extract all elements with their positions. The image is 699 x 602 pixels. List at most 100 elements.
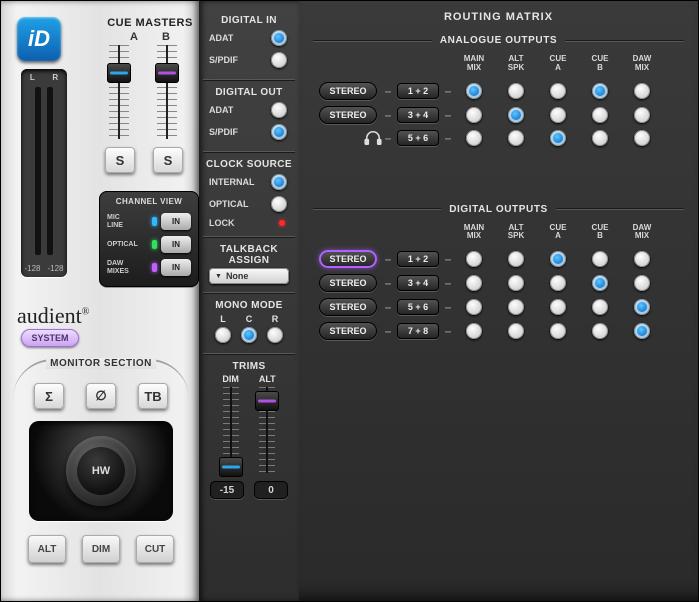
matrix-radio[interactable] bbox=[592, 275, 608, 291]
trim-fader[interactable] bbox=[223, 387, 239, 473]
channel-label: OPTICAL bbox=[107, 241, 143, 249]
monitor-cut-button[interactable]: CUT bbox=[136, 535, 174, 563]
stereo-mode-button[interactable]: STEREO bbox=[319, 106, 377, 124]
channel-led bbox=[152, 263, 157, 272]
digital-in-label: ADAT bbox=[209, 33, 233, 43]
digital-out-radio[interactable] bbox=[271, 102, 287, 118]
matrix-radio[interactable] bbox=[592, 107, 608, 123]
clock-option: OPTICAL bbox=[203, 193, 295, 215]
trims-title: TRIMS bbox=[203, 361, 295, 372]
matrix-radio[interactable] bbox=[508, 130, 524, 146]
cue-a-label: A bbox=[130, 31, 138, 43]
channel-in-button[interactable]: IN bbox=[161, 259, 191, 276]
matrix-radio[interactable] bbox=[634, 130, 650, 146]
digital-in-radio[interactable] bbox=[271, 52, 287, 68]
cue-b-fader[interactable] bbox=[157, 45, 177, 139]
dash-icon: – bbox=[445, 276, 452, 290]
dash-icon: – bbox=[445, 131, 452, 145]
dash-icon: – bbox=[385, 252, 392, 266]
matrix-radio[interactable] bbox=[466, 323, 482, 339]
channel-pair-button[interactable]: 1 + 2 bbox=[397, 83, 439, 99]
cue-a-solo-button[interactable]: S bbox=[105, 147, 135, 173]
dash-icon: – bbox=[385, 131, 392, 145]
mono-radio[interactable] bbox=[241, 327, 257, 343]
mono-label: L bbox=[220, 314, 226, 324]
matrix-radio[interactable] bbox=[592, 299, 608, 315]
matrix-radio[interactable] bbox=[550, 107, 566, 123]
matrix-radio[interactable] bbox=[508, 275, 524, 291]
meter-l-label: L bbox=[30, 73, 35, 82]
matrix-radio[interactable] bbox=[592, 251, 608, 267]
stereo-mode-button[interactable]: STEREO bbox=[319, 298, 377, 316]
matrix-radio[interactable] bbox=[466, 275, 482, 291]
matrix-radio[interactable] bbox=[634, 83, 650, 99]
matrix-radio[interactable] bbox=[550, 299, 566, 315]
matrix-radio[interactable] bbox=[466, 107, 482, 123]
channel-led bbox=[152, 217, 157, 226]
channel-pair-button[interactable]: 3 + 4 bbox=[397, 275, 439, 291]
matrix-radio[interactable] bbox=[592, 130, 608, 146]
digital-out-radio[interactable] bbox=[271, 124, 287, 140]
mono-radio[interactable] bbox=[267, 327, 283, 343]
matrix-radio[interactable] bbox=[634, 107, 650, 123]
stereo-mode-button[interactable]: STEREO bbox=[319, 274, 377, 292]
stereo-mode-button[interactable]: STEREO bbox=[319, 250, 377, 268]
talkback-select[interactable]: ▼None bbox=[209, 268, 289, 284]
channel-label: DAW MIXES bbox=[107, 260, 143, 275]
stereo-mode-button[interactable]: STEREO bbox=[319, 82, 377, 100]
matrix-radio[interactable] bbox=[592, 83, 608, 99]
monitor-alt-button[interactable]: ALT bbox=[28, 535, 66, 563]
matrix-radio[interactable] bbox=[466, 130, 482, 146]
digital-in-radio[interactable] bbox=[271, 30, 287, 46]
monitor-knob-box: HW bbox=[29, 421, 173, 521]
matrix-radio[interactable] bbox=[466, 83, 482, 99]
matrix-column-label: DAW MIX bbox=[633, 55, 652, 73]
matrix-radio[interactable] bbox=[550, 251, 566, 267]
matrix-radio[interactable] bbox=[550, 83, 566, 99]
digital-outputs-title: DIGITAL OUTPUTS bbox=[449, 204, 548, 215]
matrix-radio[interactable] bbox=[592, 323, 608, 339]
channel-pair-button[interactable]: 3 + 4 bbox=[397, 107, 439, 123]
matrix-radio[interactable] bbox=[634, 275, 650, 291]
mono-label: R bbox=[272, 314, 279, 324]
matrix-radio[interactable] bbox=[466, 251, 482, 267]
mono-radio[interactable] bbox=[215, 327, 231, 343]
clock-radio[interactable] bbox=[271, 174, 287, 190]
mono-r: R bbox=[267, 314, 283, 343]
matrix-radio[interactable] bbox=[508, 251, 524, 267]
channel-pair-button[interactable]: 5 + 6 bbox=[397, 130, 439, 146]
monitor-talkback-button[interactable]: TB bbox=[138, 383, 168, 409]
matrix-radio[interactable] bbox=[508, 299, 524, 315]
monitor-sum-button[interactable]: Σ bbox=[34, 383, 64, 409]
meter-r-value: -128 bbox=[47, 264, 63, 273]
matrix-radio[interactable] bbox=[550, 130, 566, 146]
cue-b-solo-button[interactable]: S bbox=[153, 147, 183, 173]
matrix-radio[interactable] bbox=[508, 83, 524, 99]
monitor-volume-knob[interactable]: HW bbox=[66, 436, 136, 506]
channel-in-button[interactable]: IN bbox=[161, 236, 191, 253]
matrix-radio[interactable] bbox=[634, 251, 650, 267]
trim-dim: DIM bbox=[222, 374, 239, 473]
channel-in-button[interactable]: IN bbox=[161, 213, 191, 230]
system-button[interactable]: SYSTEM bbox=[21, 329, 79, 347]
mono-mode-section: MONO MODE LCR bbox=[203, 293, 295, 354]
matrix-radio[interactable] bbox=[634, 323, 650, 339]
matrix-radio[interactable] bbox=[466, 299, 482, 315]
monitor-dim-button[interactable]: DIM bbox=[82, 535, 120, 563]
channel-pair-button[interactable]: 7 + 8 bbox=[397, 323, 439, 339]
trim-fader[interactable] bbox=[259, 387, 275, 473]
channel-pair-button[interactable]: 5 + 6 bbox=[397, 299, 439, 315]
digital-out-option: ADAT bbox=[203, 99, 295, 121]
stereo-mode-button[interactable]: STEREO bbox=[319, 322, 377, 340]
matrix-row: STEREO–3 + 4– bbox=[313, 106, 684, 124]
clock-radio[interactable] bbox=[271, 196, 287, 212]
matrix-radio[interactable] bbox=[508, 107, 524, 123]
analogue-outputs-title: ANALOGUE OUTPUTS bbox=[440, 35, 557, 46]
matrix-radio[interactable] bbox=[508, 323, 524, 339]
monitor-phase-button[interactable]: ∅ bbox=[86, 383, 116, 409]
matrix-radio[interactable] bbox=[634, 299, 650, 315]
channel-pair-button[interactable]: 1 + 2 bbox=[397, 251, 439, 267]
matrix-radio[interactable] bbox=[550, 275, 566, 291]
cue-a-fader[interactable] bbox=[109, 45, 129, 139]
matrix-radio[interactable] bbox=[550, 323, 566, 339]
